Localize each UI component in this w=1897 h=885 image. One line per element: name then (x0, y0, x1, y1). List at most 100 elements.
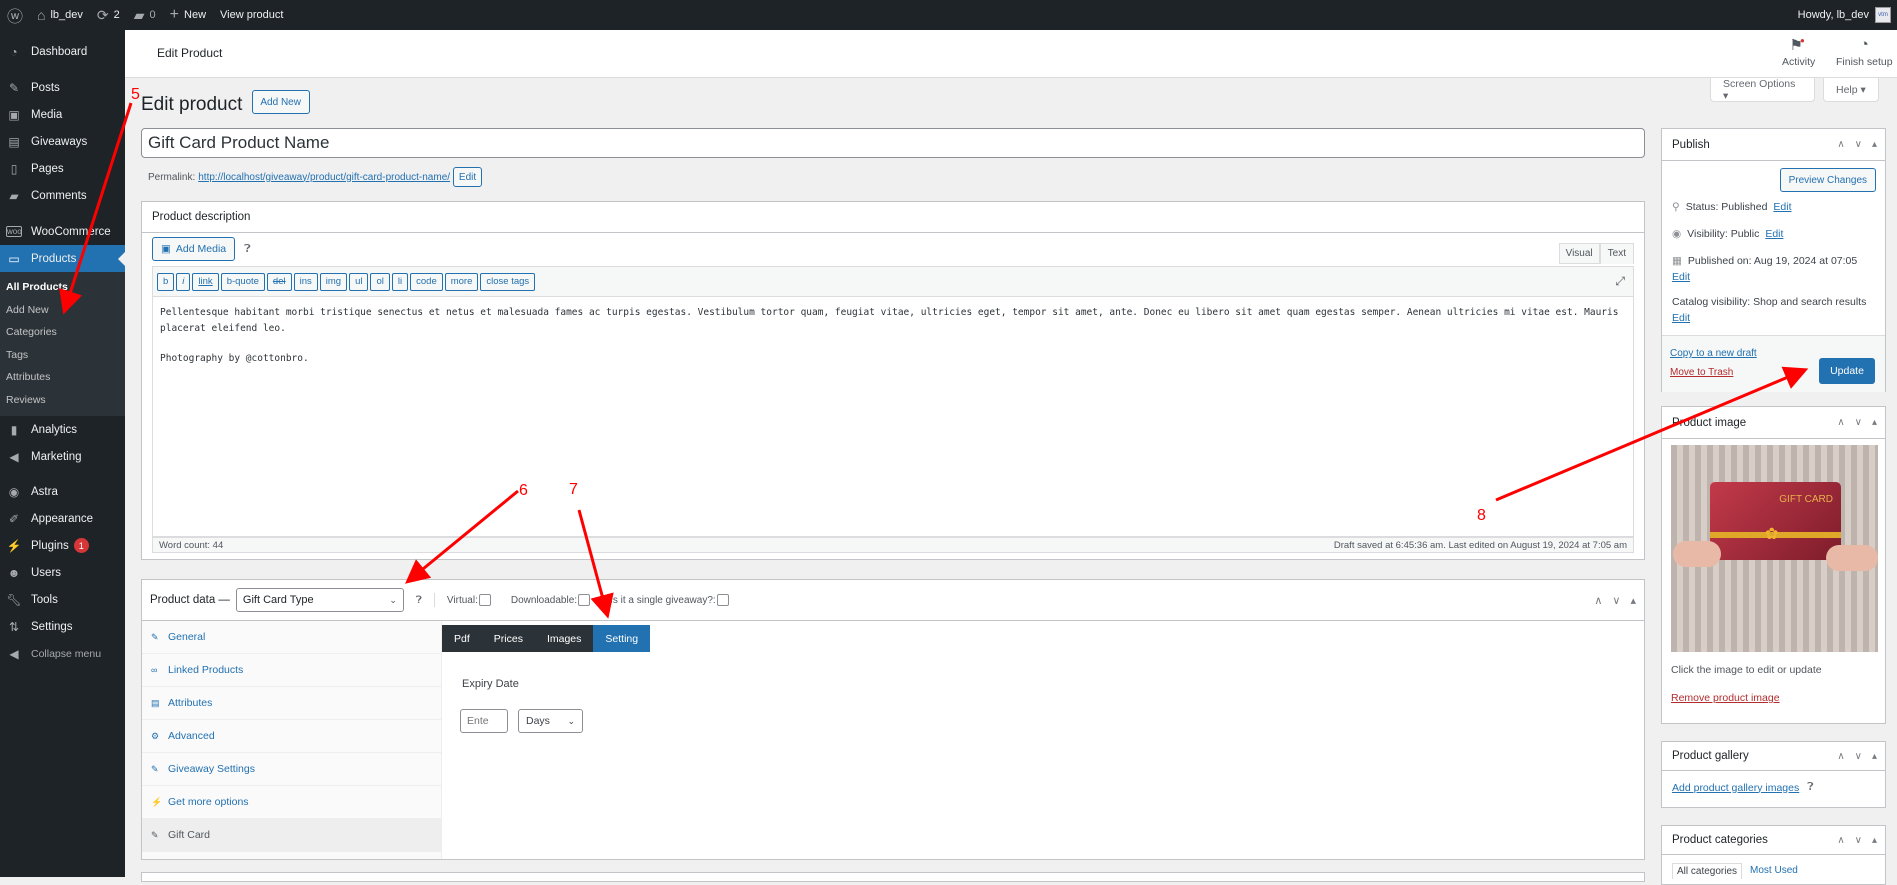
qt-code-button[interactable]: code (410, 272, 443, 291)
sidebar-item-posts[interactable]: ✎ Posts (0, 74, 125, 101)
tab-general[interactable]: ✎ General (142, 621, 441, 654)
move-up-icon[interactable]: ∧ (1837, 835, 1844, 846)
activity-button[interactable]: ⚑● Activity (1782, 36, 1815, 68)
sidebar-item-products[interactable]: ▭ Products (0, 245, 125, 272)
move-to-trash-link[interactable]: Move to Trash (1670, 367, 1733, 378)
sidebar-item-media[interactable]: ▣ Media (0, 101, 125, 128)
edit-publish-date-link[interactable]: Edit (1672, 271, 1690, 283)
screen-options-button[interactable]: Screen Options ▾ (1710, 78, 1815, 102)
gc-tab-images[interactable]: Images (534, 625, 594, 652)
site-name-link[interactable]: ⌂ lb_dev (30, 0, 90, 30)
tab-advanced[interactable]: ⚙ Advanced (142, 720, 441, 753)
toggle-panel-icon[interactable]: ▴ (1872, 417, 1877, 428)
sidebar-item-marketing[interactable]: ◀ Marketing (0, 443, 125, 470)
sidebar-item-plugins[interactable]: ⚡ Plugins 1 (0, 532, 125, 559)
qt-blockquote-button[interactable]: b-quote (220, 272, 265, 291)
virtual-checkbox[interactable] (478, 594, 491, 606)
move-down-icon[interactable]: ∨ (1855, 835, 1862, 846)
qt-bold-button[interactable]: b (157, 272, 175, 291)
add-media-button[interactable]: ▣ Add Media (152, 237, 236, 261)
submenu-tags[interactable]: Tags (0, 344, 125, 367)
sidebar-item-users[interactable]: ☻ Users (0, 559, 125, 586)
qt-li-button[interactable]: li (391, 272, 409, 291)
tab-visual[interactable]: Visual (1558, 243, 1600, 264)
finish-setup-button[interactable]: ◔ Finish setup (1836, 36, 1893, 68)
sidebar-item-dashboard[interactable]: ◔ Dashboard (0, 38, 125, 65)
tab-text[interactable]: Text (1599, 243, 1634, 264)
my-account[interactable]: Howdy, lb_dev vtm (1798, 7, 1897, 23)
update-button[interactable]: Update (1819, 358, 1875, 384)
qt-img-button[interactable]: img (319, 272, 348, 291)
preview-changes-button[interactable]: Preview Changes (1779, 168, 1876, 192)
wordpress-logo-icon[interactable]: ⓦ (0, 0, 30, 30)
tab-giveaway-settings[interactable]: ✎ Giveaway Settings (142, 753, 441, 786)
tab-linked-products[interactable]: ∞ Linked Products (142, 654, 441, 687)
edit-catalog-visibility-link[interactable]: Edit (1672, 312, 1690, 324)
gc-tab-prices[interactable]: Prices (481, 625, 535, 652)
tab-gift-card[interactable]: ✎ Gift Card (142, 819, 441, 852)
move-down-icon[interactable]: ∨ (1855, 751, 1862, 762)
qt-ol-button[interactable]: ol (370, 272, 390, 291)
qt-ins-button[interactable]: ins (293, 272, 318, 291)
tab-attributes[interactable]: ▤ Attributes (142, 687, 441, 720)
view-product-link[interactable]: View product (213, 0, 290, 30)
sidebar-item-giveaways[interactable]: ▤ Giveaways (0, 128, 125, 155)
expiry-value-input[interactable] (460, 709, 508, 733)
comments-link[interactable]: ▰ 0 (127, 0, 163, 30)
move-up-icon[interactable]: ∧ (1594, 594, 1602, 607)
copy-to-draft-link[interactable]: Copy to a new draft (1670, 348, 1757, 359)
description-textarea[interactable]: Pellentesque habitant morbi tristique se… (152, 297, 1634, 537)
edit-visibility-link[interactable]: Edit (1765, 228, 1783, 240)
move-up-icon[interactable]: ∧ (1837, 417, 1844, 428)
move-down-icon[interactable]: ∨ (1855, 139, 1862, 150)
remove-product-image-link[interactable]: Remove product image (1671, 692, 1780, 704)
submenu-attributes[interactable]: Attributes (0, 366, 125, 389)
sidebar-item-tools[interactable]: 🔧︎ Tools (0, 586, 125, 613)
sidebar-item-appearance[interactable]: ✐ Appearance (0, 505, 125, 532)
toggle-panel-icon[interactable]: ▴ (1872, 139, 1877, 150)
product-title-input[interactable] (141, 128, 1645, 158)
new-content-link[interactable]: + New (163, 0, 213, 30)
tab-get-more-options[interactable]: ⚡ Get more options (142, 786, 441, 819)
submenu-categories[interactable]: Categories (0, 321, 125, 344)
help-icon[interactable]: ❓︎ (244, 243, 251, 256)
help-icon[interactable]: ❓︎ (416, 595, 422, 606)
sidebar-item-woocommerce[interactable]: woo WooCommerce (0, 218, 125, 245)
move-up-icon[interactable]: ∧ (1837, 751, 1844, 762)
gc-tab-setting[interactable]: Setting (593, 625, 651, 652)
collapse-menu-button[interactable]: ◀ Collapse menu (0, 640, 125, 667)
product-type-select[interactable]: Gift Card Type ⌄ (235, 588, 404, 612)
add-new-button[interactable]: Add New (251, 90, 310, 114)
edit-status-link[interactable]: Edit (1773, 201, 1791, 213)
product-image-thumbnail[interactable]: GIFT CARD ✿ (1671, 445, 1878, 652)
add-gallery-images-link[interactable]: Add product gallery images (1672, 782, 1799, 794)
submenu-add-new[interactable]: Add New (0, 299, 125, 322)
qt-link-button[interactable]: link (192, 272, 219, 291)
toggle-panel-icon[interactable]: ▴ (1630, 594, 1636, 607)
qt-close-tags-button[interactable]: close tags (480, 272, 536, 291)
help-icon[interactable]: ❓︎ (1807, 781, 1813, 794)
permalink-url-link[interactable]: http://localhost/giveaway/product/gift-c… (198, 172, 450, 183)
sidebar-item-astra[interactable]: ◉ Astra (0, 478, 125, 505)
giveaway-checkbox[interactable] (716, 594, 729, 606)
expiry-unit-select[interactable]: Days ⌄ (518, 709, 583, 733)
toggle-panel-icon[interactable]: ▴ (1872, 751, 1877, 762)
downloadable-checkbox[interactable] (578, 594, 591, 606)
move-up-icon[interactable]: ∧ (1837, 139, 1844, 150)
sidebar-item-settings[interactable]: ⇅ Settings (0, 613, 125, 640)
sidebar-item-comments[interactable]: ▰ Comments (0, 182, 125, 209)
help-button[interactable]: Help ▾ (1823, 78, 1879, 102)
sidebar-item-pages[interactable]: ▯ Pages (0, 155, 125, 182)
qt-ul-button[interactable]: ul (349, 272, 369, 291)
qt-more-button[interactable]: more (444, 272, 479, 291)
fullscreen-icon[interactable]: ⤢ (1615, 274, 1625, 289)
move-down-icon[interactable]: ∨ (1855, 417, 1862, 428)
move-down-icon[interactable]: ∨ (1612, 594, 1620, 607)
qt-del-button[interactable]: del (266, 272, 292, 291)
submenu-reviews[interactable]: Reviews (0, 389, 125, 412)
toggle-panel-icon[interactable]: ▴ (1872, 835, 1877, 846)
sidebar-item-analytics[interactable]: ▮ Analytics (0, 416, 125, 443)
submenu-all-products[interactable]: All Products (0, 276, 125, 299)
permalink-edit-button[interactable]: Edit (453, 167, 483, 187)
qt-italic-button[interactable]: i (176, 272, 191, 291)
